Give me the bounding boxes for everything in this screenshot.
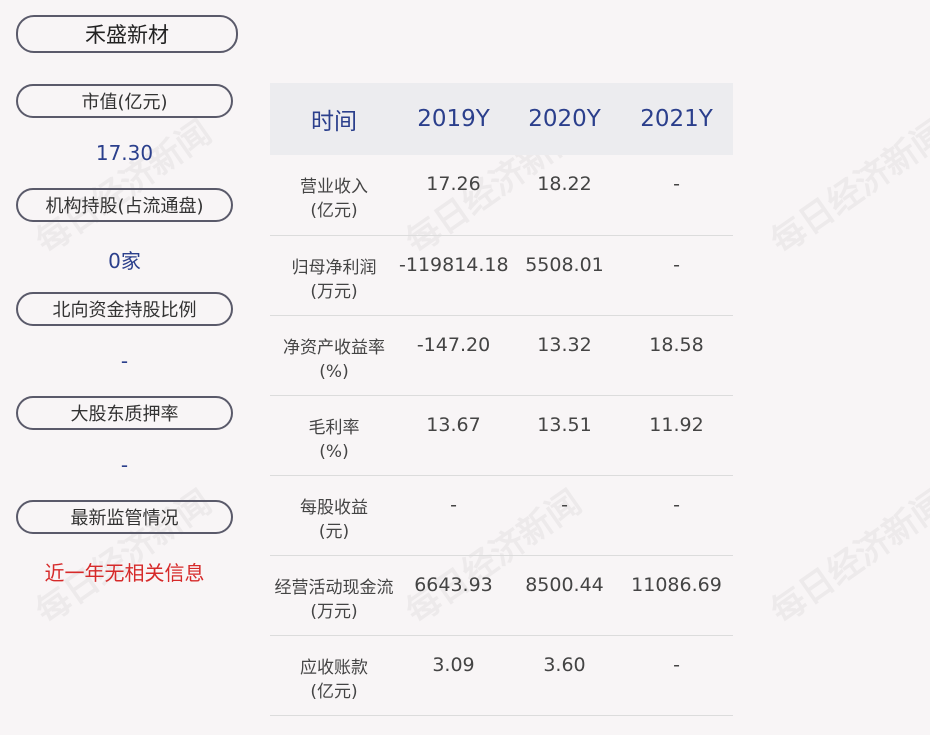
market-cap-label: 市值(亿元) <box>16 84 233 118</box>
cell-value: - <box>620 235 733 316</box>
financial-table: 时间 2019Y 2020Y 2021Y 营业收入 (亿元) 17.26 18.2… <box>270 83 733 716</box>
cell-value: 8500.44 <box>509 555 620 636</box>
cell-value: 3.60 <box>509 635 620 716</box>
cell-value: - <box>620 155 733 236</box>
header-time: 时间 <box>270 83 398 155</box>
watermark: 每日经济新闻 <box>28 112 220 263</box>
row-label: 净资产收益率 (%) <box>270 315 398 396</box>
cell-value: - <box>398 475 509 556</box>
cell-value: 3.09 <box>398 635 509 716</box>
table-row: 营业收入 (亿元) 17.26 18.22 - <box>270 155 733 236</box>
institution-holding-value: 0家 <box>108 249 141 273</box>
institution-holding-label: 机构持股(占流通盘) <box>16 188 233 222</box>
header-year: 2021Y <box>620 83 733 155</box>
cell-value: 11086.69 <box>620 555 733 636</box>
market-cap-value: 17.30 <box>95 141 154 165</box>
northbound-ratio-label: 北向资金持股比例 <box>16 292 233 326</box>
cell-value: -147.20 <box>398 315 509 396</box>
table-row: 净资产收益率 (%) -147.20 13.32 18.58 <box>270 315 733 396</box>
cell-value: 11.92 <box>620 395 733 476</box>
regulatory-status-label: 最新监管情况 <box>16 500 233 534</box>
cell-value: 17.26 <box>398 155 509 236</box>
table-header-row: 时间 2019Y 2020Y 2021Y <box>270 83 733 155</box>
row-label: 归母净利润 (万元) <box>270 235 398 316</box>
table-row: 每股收益 (元) - - - <box>270 475 733 556</box>
table-row: 毛利率 (%) 13.67 13.51 11.92 <box>270 395 733 476</box>
pledge-rate-label: 大股东质押率 <box>16 396 233 430</box>
cell-value: 18.58 <box>620 315 733 396</box>
northbound-ratio-value: - <box>120 349 129 373</box>
table-row: 经营活动现金流 (万元) 6643.93 8500.44 11086.69 <box>270 555 733 636</box>
row-label: 营业收入 (亿元) <box>270 155 398 236</box>
row-label: 应收账款 (亿元) <box>270 635 398 716</box>
row-label: 毛利率 (%) <box>270 395 398 476</box>
watermark: 每日经济新闻 <box>763 112 930 263</box>
cell-value: - <box>620 635 733 716</box>
pledge-rate-value: - <box>120 453 129 477</box>
company-name: 禾盛新材 <box>16 15 238 53</box>
cell-value: - <box>620 475 733 556</box>
cell-value: - <box>509 475 620 556</box>
table-row: 应收账款 (亿元) 3.09 3.60 - <box>270 635 733 716</box>
header-year: 2020Y <box>509 83 620 155</box>
cell-value: 13.32 <box>509 315 620 396</box>
cell-value: 18.22 <box>509 155 620 236</box>
row-label: 经营活动现金流 (万元) <box>270 555 398 636</box>
cell-value: 6643.93 <box>398 555 509 636</box>
watermark: 每日经济新闻 <box>763 482 930 633</box>
cell-value: 13.67 <box>398 395 509 476</box>
row-label: 每股收益 (元) <box>270 475 398 556</box>
cell-value: -119814.18 <box>398 235 509 316</box>
cell-value: 5508.01 <box>509 235 620 316</box>
table-row: 归母净利润 (万元) -119814.18 5508.01 - <box>270 235 733 316</box>
cell-value: 13.51 <box>509 395 620 476</box>
regulatory-status-value: 近一年无相关信息 <box>44 561 205 585</box>
header-year: 2019Y <box>398 83 509 155</box>
